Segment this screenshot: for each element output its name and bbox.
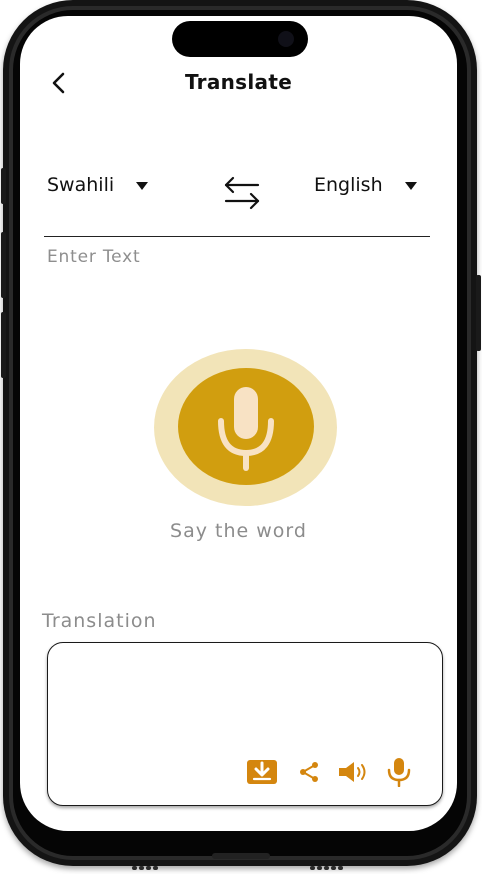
charging-port — [212, 853, 270, 859]
swap-arrows-icon — [224, 176, 260, 210]
voice-prompt: Say the word — [170, 520, 307, 542]
record-button[interactable] — [386, 757, 412, 791]
caret-down-icon — [404, 182, 417, 190]
microphone-icon — [218, 387, 274, 471]
microphone-icon — [387, 758, 411, 788]
share-icon — [300, 762, 318, 782]
speaker-icon — [339, 762, 366, 782]
speaker-grille — [132, 855, 160, 870]
camera-icon — [278, 31, 294, 47]
target-language-label: English — [314, 174, 383, 196]
volume-down-button — [1, 312, 6, 378]
speaker-grille — [310, 855, 345, 870]
translation-label: Translation — [42, 610, 157, 632]
enter-text-input[interactable] — [47, 244, 347, 270]
share-button[interactable] — [298, 761, 320, 787]
source-language-select[interactable]: Swahili — [47, 174, 149, 196]
mute-switch — [1, 168, 6, 204]
volume-up-button — [1, 232, 6, 298]
source-language-label: Swahili — [47, 174, 115, 196]
translation-actions — [246, 757, 412, 791]
input-divider — [44, 236, 430, 237]
speak-button[interactable] — [338, 761, 370, 787]
target-language-select[interactable]: English — [314, 174, 417, 196]
app-screen: Translate Swahili English Say the word T… — [20, 16, 457, 831]
voice-input-button-core — [178, 368, 314, 485]
power-button — [476, 275, 481, 351]
caret-down-icon — [136, 182, 149, 190]
page-title: Translate — [184, 70, 293, 94]
translation-output-box — [47, 642, 443, 806]
download-icon — [247, 760, 277, 784]
download-button[interactable] — [246, 759, 278, 789]
swap-languages-button[interactable] — [222, 174, 262, 212]
voice-input-button[interactable] — [154, 349, 337, 506]
dynamic-island — [172, 21, 308, 57]
